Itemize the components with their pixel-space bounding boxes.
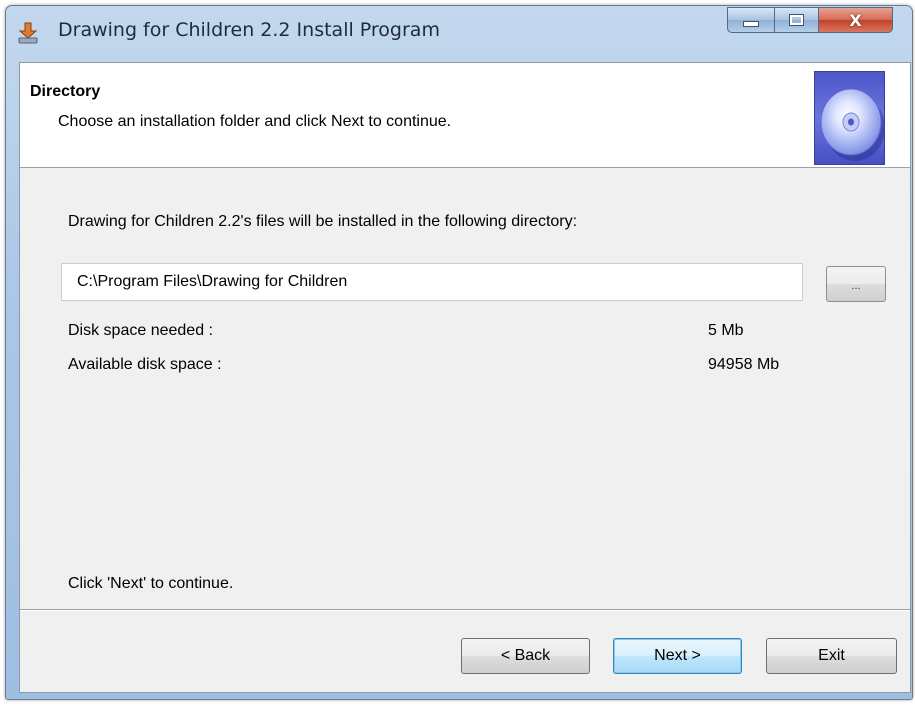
dialog-client-area: Directory Choose an installation folder … [19, 62, 911, 693]
title-bar[interactable]: Drawing for Children 2.2 Install Program… [6, 6, 912, 58]
close-icon: X [849, 10, 862, 30]
installer-icon[interactable] [16, 21, 40, 45]
maximize-button[interactable] [775, 7, 819, 33]
back-button[interactable]: < Back [461, 638, 590, 674]
footer-divider-highlight [20, 610, 910, 611]
exit-button[interactable]: Exit [766, 638, 897, 674]
page-subtitle: Choose an installation folder and click … [58, 113, 452, 130]
next-button[interactable]: Next > [613, 638, 742, 674]
close-button[interactable]: X [819, 7, 893, 33]
disk-needed-label: Disk space needed : [68, 322, 213, 339]
minimize-icon [743, 21, 759, 27]
installer-window: Drawing for Children 2.2 Install Program… [5, 5, 913, 700]
maximize-icon [789, 14, 804, 26]
caption-buttons: X [727, 7, 893, 33]
disk-available-value: 94958 Mb [708, 356, 780, 373]
install-directory-intro: Drawing for Children 2.2's files will be… [68, 213, 578, 230]
disk-available-label: Available disk space : [68, 356, 222, 373]
header-panel: Directory Choose an installation folder … [20, 63, 910, 168]
browse-button[interactable]: ... [826, 266, 886, 302]
window-title: Drawing for Children 2.2 Install Program [58, 19, 440, 41]
cd-disc-icon [814, 71, 885, 165]
continue-hint: Click 'Next' to continue. [68, 575, 234, 592]
disk-needed-value: 5 Mb [708, 322, 744, 339]
page-title: Directory [30, 83, 101, 100]
minimize-button[interactable] [727, 7, 775, 33]
install-path-input[interactable] [61, 263, 803, 301]
